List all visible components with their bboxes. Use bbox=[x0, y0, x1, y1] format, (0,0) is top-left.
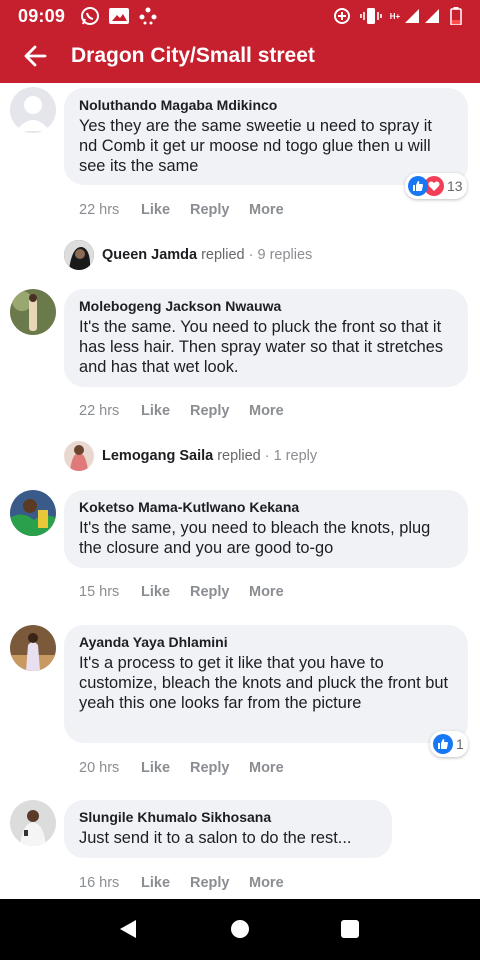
comment-text: It's a process to get it like that you h… bbox=[79, 654, 449, 712]
reply-verb: replied bbox=[201, 247, 245, 263]
comment-bubble[interactable]: Slungile Khumalo Sikhosana Just send it … bbox=[64, 800, 392, 858]
avatar[interactable] bbox=[10, 800, 56, 846]
comment-time: 22 hrs bbox=[79, 403, 120, 419]
reply-button[interactable]: Reply bbox=[190, 403, 249, 419]
reply-count: · 1 reply bbox=[264, 448, 318, 464]
reply-count: · 9 replies bbox=[248, 247, 313, 263]
signal-icon bbox=[404, 7, 420, 25]
status-time: 09:09 bbox=[18, 6, 66, 26]
reply-button[interactable]: Reply bbox=[190, 202, 249, 218]
gallery-icon bbox=[108, 7, 130, 25]
vibrate-icon bbox=[360, 7, 382, 25]
comment-author[interactable]: Slungile Khumalo Sikhosana bbox=[79, 808, 376, 826]
comment-time: 16 hrs bbox=[79, 875, 120, 891]
comment-text: It's the same. You need to pluck the fro… bbox=[79, 318, 444, 376]
view-replies-link[interactable]: Queen Jamda replied · 9 replies bbox=[64, 240, 312, 270]
back-arrow-icon bbox=[24, 45, 47, 67]
comment-actions: 20 hrs Like Reply More bbox=[79, 760, 284, 776]
back-triangle-icon bbox=[120, 920, 136, 938]
like-button[interactable]: Like bbox=[141, 202, 190, 218]
like-icon bbox=[408, 176, 428, 196]
reply-author: Lemogang Saila bbox=[102, 448, 214, 464]
like-button[interactable]: Like bbox=[141, 875, 190, 891]
comment-actions: 16 hrs Like Reply More bbox=[79, 875, 284, 891]
comment-time: 15 hrs bbox=[79, 584, 120, 600]
reaction-count: 1 bbox=[456, 736, 464, 752]
avatar[interactable] bbox=[10, 625, 56, 671]
avatar-default[interactable] bbox=[10, 87, 56, 133]
comment-bubble[interactable]: Noluthando Magaba Mdikinco Yes they are … bbox=[64, 88, 468, 185]
app-header: 09:09 H+ Dragon City/Small street bbox=[0, 0, 480, 83]
more-button[interactable]: More bbox=[249, 760, 284, 776]
comment-text: It's the same, you need to bleach the kn… bbox=[79, 519, 431, 557]
comment-actions: 22 hrs Like Reply More bbox=[79, 202, 284, 218]
reply-author: Queen Jamda bbox=[102, 247, 198, 263]
whatsapp-icon bbox=[80, 7, 100, 25]
signal-icon-2 bbox=[424, 7, 440, 25]
nav-back-button[interactable] bbox=[116, 917, 140, 941]
comment-bubble[interactable]: Ayanda Yaya Dhlamini It's a process to g… bbox=[64, 625, 468, 743]
comment-bubble[interactable]: Molebogeng Jackson Nwauwa It's the same.… bbox=[64, 289, 468, 387]
more-button[interactable]: More bbox=[249, 584, 284, 600]
comment-author[interactable]: Ayanda Yaya Dhlamini bbox=[79, 633, 452, 651]
like-button[interactable]: Like bbox=[141, 584, 190, 600]
dots-icon bbox=[137, 7, 159, 25]
reply-button[interactable]: Reply bbox=[190, 584, 249, 600]
comment-time: 22 hrs bbox=[79, 202, 120, 218]
nav-home-button[interactable] bbox=[228, 917, 252, 941]
network-type-icon: H+ bbox=[389, 11, 401, 21]
comment-actions: 22 hrs Like Reply More bbox=[79, 403, 284, 419]
comment-time: 20 hrs bbox=[79, 760, 120, 776]
system-nav-bar bbox=[0, 899, 480, 960]
status-bar: 09:09 H+ bbox=[0, 0, 480, 34]
comment-text: Just send it to a salon to do the rest..… bbox=[79, 829, 352, 847]
reply-button[interactable]: Reply bbox=[190, 760, 249, 776]
nav-recents-button[interactable] bbox=[338, 917, 362, 941]
reply-button[interactable]: Reply bbox=[190, 875, 249, 891]
page-title: Dragon City/Small street bbox=[71, 44, 315, 67]
view-replies-link[interactable]: Lemogang Saila replied · 1 reply bbox=[64, 441, 317, 471]
comment-author[interactable]: Molebogeng Jackson Nwauwa bbox=[79, 297, 452, 315]
comment-author[interactable]: Noluthando Magaba Mdikinco bbox=[79, 96, 452, 114]
avatar bbox=[64, 441, 94, 471]
comment-author[interactable]: Koketso Mama-Kutlwano Kekana bbox=[79, 498, 452, 516]
comment-actions: 15 hrs Like Reply More bbox=[79, 584, 284, 600]
more-button[interactable]: More bbox=[249, 202, 284, 218]
reaction-summary[interactable]: 1 bbox=[430, 731, 468, 757]
like-icon bbox=[433, 734, 453, 754]
reply-verb: replied bbox=[217, 448, 261, 464]
back-button[interactable] bbox=[20, 41, 50, 71]
avatar bbox=[64, 240, 94, 270]
comment-text: Yes they are the same sweetie u need to … bbox=[79, 117, 432, 175]
more-button[interactable]: More bbox=[249, 403, 284, 419]
avatar[interactable] bbox=[10, 490, 56, 536]
like-button[interactable]: Like bbox=[141, 760, 190, 776]
default-person-icon bbox=[16, 96, 50, 131]
battery-low-icon bbox=[450, 7, 462, 25]
recents-square-icon bbox=[341, 920, 359, 938]
home-circle-icon bbox=[231, 920, 249, 938]
reaction-count: 13 bbox=[447, 178, 463, 194]
avatar[interactable] bbox=[10, 289, 56, 335]
comment-bubble[interactable]: Koketso Mama-Kutlwano Kekana It's the sa… bbox=[64, 490, 468, 568]
more-button[interactable]: More bbox=[249, 875, 284, 891]
like-button[interactable]: Like bbox=[141, 403, 190, 419]
reaction-summary[interactable]: 13 bbox=[405, 173, 467, 199]
data-saver-icon bbox=[333, 7, 351, 25]
